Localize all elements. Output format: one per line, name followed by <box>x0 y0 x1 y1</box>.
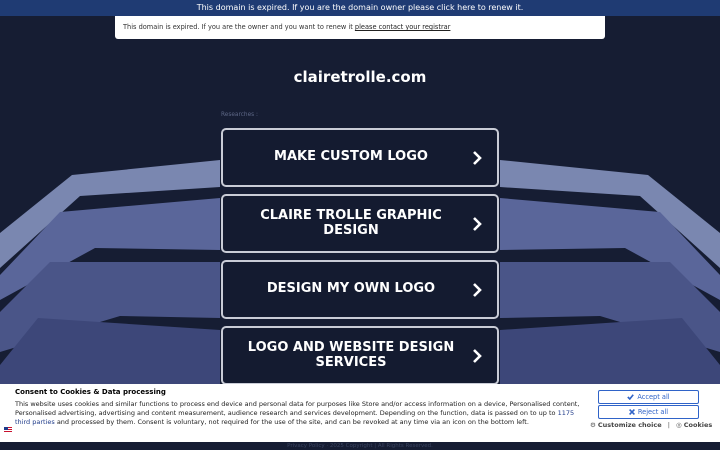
related-link-label: LOGO AND WEBSITE DESIGN SERVICES <box>247 340 455 370</box>
related-link-3[interactable]: DESIGN MY OWN LOGO <box>221 260 499 319</box>
accept-all-button[interactable]: Accept all <box>598 390 699 404</box>
check-icon <box>627 394 635 401</box>
close-icon <box>628 409 635 415</box>
cookie-links: ⚙ Customize choice | ◎ Cookies <box>590 421 712 429</box>
related-link-4[interactable]: LOGO AND WEBSITE DESIGN SERVICES <box>221 326 499 385</box>
chevron-right-icon <box>471 194 497 253</box>
copyright-text: 2025 Copyright | All Rights Reserved. <box>329 443 433 449</box>
chevron-right-icon <box>471 326 497 385</box>
footer: Privacy Policy · 2025 Copyright | All Ri… <box>287 443 433 449</box>
related-link-label: CLAIRE TROLLE GRAPHIC DESIGN <box>260 208 442 238</box>
chevron-right-icon <box>471 128 497 187</box>
expired-notice: This domain is expired. If you are the o… <box>115 16 605 39</box>
expired-domain-banner[interactable]: This domain is expired. If you are the d… <box>0 0 720 16</box>
privacy-policy-link[interactable]: Privacy Policy <box>287 443 324 449</box>
cookie-text-after: and processed by them. Consent is volunt… <box>54 418 529 426</box>
researches-label: Researches : <box>221 112 258 118</box>
cookie-consent-banner: Consent to Cookies & Data processing Thi… <box>0 384 720 442</box>
accept-all-label: Accept all <box>637 393 670 401</box>
reject-all-label: Reject all <box>637 408 669 416</box>
domain-title: clairetrolle.com <box>293 68 427 86</box>
cookie-text-before: This website uses cookies and similar fu… <box>15 400 580 417</box>
chevron-right-icon <box>471 260 497 319</box>
flag-icon[interactable] <box>4 427 12 433</box>
cookies-link[interactable]: Cookies <box>684 421 713 429</box>
customize-choice-link[interactable]: Customize choice <box>598 421 662 429</box>
cookie-title: Consent to Cookies & Data processing <box>15 388 166 396</box>
separator: | <box>667 421 670 429</box>
contact-registrar-link[interactable]: please contact your registrar <box>355 23 451 31</box>
related-link-label: MAKE CUSTOM LOGO <box>274 149 428 165</box>
expired-notice-text: This domain is expired. If you are the o… <box>123 23 355 31</box>
related-link-2[interactable]: CLAIRE TROLLE GRAPHIC DESIGN <box>221 194 499 253</box>
cookie-icon: ◎ <box>676 421 682 429</box>
related-link-label: DESIGN MY OWN LOGO <box>266 281 436 297</box>
reject-all-button[interactable]: Reject all <box>598 405 699 419</box>
cookie-text: This website uses cookies and similar fu… <box>15 400 583 427</box>
related-link-1[interactable]: MAKE CUSTOM LOGO <box>221 128 499 187</box>
gear-icon: ⚙ <box>590 421 596 429</box>
